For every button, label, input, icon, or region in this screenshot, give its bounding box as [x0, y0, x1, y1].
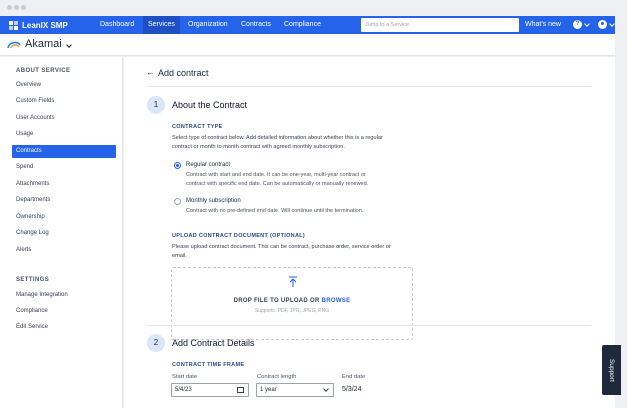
sidebar-item-change-log[interactable]: Change Log	[12, 227, 116, 240]
dropzone-text: DROP FILE TO UPLOAD OR BROWSE	[233, 298, 351, 304]
calendar-icon[interactable]	[237, 387, 244, 393]
akamai-logo-icon	[7, 41, 21, 49]
sidebar-item-ownership[interactable]: Ownership	[12, 211, 116, 224]
monthly-subscription-radio[interactable]	[174, 198, 181, 205]
brand-logo[interactable]: LeanIX SMP	[8, 19, 68, 31]
brand-name: LeanIX SMP	[22, 20, 68, 30]
regular-contract-radio[interactable]	[174, 162, 181, 169]
sidebar-item-user-accounts[interactable]: User Accounts	[12, 112, 116, 125]
sidebar-item-overview[interactable]: Overview	[12, 79, 116, 92]
step-number-badge: 1	[147, 96, 165, 114]
service-name[interactable]: Akamai	[25, 38, 62, 50]
monthly-subscription-description: Contract with no pre-defined end date. W…	[186, 208, 364, 214]
nav-dashboard[interactable]: Dashboard	[95, 16, 139, 34]
chevron-down-icon	[323, 386, 329, 392]
contract-length-label: Contract length	[257, 374, 297, 380]
regular-contract-description: Contract with start and end date. It can…	[186, 172, 369, 187]
top-navigation-bar: LeanIX SMP Dashboard Services Organizati…	[0, 16, 615, 34]
chevron-down-icon	[609, 21, 615, 27]
sidebar-item-compliance[interactable]: Compliance	[12, 305, 116, 318]
end-date-value: 5/3/24	[342, 386, 362, 393]
sidebar-heading-about: ABOUT SERVICE	[16, 68, 71, 74]
window-dot-icon	[14, 5, 19, 10]
nav-organization[interactable]: Organization	[183, 16, 233, 34]
add-contract-form: ← Add contract 1 About the Contract CONT…	[124, 57, 615, 408]
regular-contract-label[interactable]: Regular contract	[186, 162, 230, 168]
start-date-input[interactable]: 5/4/23	[171, 383, 249, 397]
nav-services[interactable]: Services	[143, 16, 180, 34]
sidebar-item-alerts[interactable]: Alerts	[12, 244, 116, 257]
contract-type-heading: CONTRACT TYPE	[172, 124, 223, 130]
nav-contracts[interactable]: Contracts	[236, 16, 276, 34]
divider	[146, 86, 591, 87]
start-date-label: Start date	[172, 374, 198, 380]
leanix-logo-icon	[8, 20, 18, 30]
service-switcher-chevron-icon[interactable]	[66, 42, 72, 48]
help-icon[interactable]: ?	[573, 20, 582, 29]
nav-compliance[interactable]: Compliance	[279, 16, 326, 34]
step-title: Add Contract Details	[172, 338, 255, 348]
sidebar-item-spend[interactable]: Spend	[12, 161, 116, 174]
sidebar-heading-settings: SETTINGS	[16, 277, 50, 283]
sidebar-item-custom-fields[interactable]: Custom Fields	[12, 95, 116, 108]
browser-toolbar	[0, 0, 627, 16]
sidebar-item-attachments[interactable]: Attachments	[12, 178, 116, 191]
browser-frame: LeanIX SMP Dashboard Services Organizati…	[0, 0, 627, 408]
user-avatar-icon[interactable]	[598, 20, 607, 29]
window-dot-icon	[21, 5, 26, 10]
sidebar-item-usage[interactable]: Usage	[12, 128, 116, 141]
service-search-input[interactable]: Jump to a Service	[361, 18, 519, 32]
upload-document-heading: UPLOAD CONTRACT DOCUMENT (OPTIONAL)	[172, 233, 306, 239]
page-title: Add contract	[158, 68, 209, 78]
service-header: Akamai	[0, 34, 615, 56]
time-frame-heading: CONTRACT TIME FRAME	[172, 362, 245, 368]
upload-document-intro: Please upload contract document. This ca…	[172, 244, 391, 259]
browse-link[interactable]: BROWSE	[322, 298, 351, 304]
end-date-label: End date	[342, 374, 366, 380]
contract-type-intro: Select type of contract below. Add detai…	[172, 135, 383, 150]
chevron-down-icon	[584, 21, 590, 27]
contract-length-select[interactable]: 1 year	[256, 383, 334, 397]
monthly-subscription-label[interactable]: Monthly subscription	[186, 198, 241, 204]
supported-formats: Supports: PDF, JPG, JPEG, PNG	[254, 308, 330, 314]
step-number-badge: 2	[147, 334, 165, 352]
window-dot-icon	[7, 5, 12, 10]
support-label: Support	[608, 359, 615, 382]
sidebar-item-contracts[interactable]: Contracts	[12, 145, 116, 158]
upload-icon	[289, 276, 297, 287]
support-button[interactable]: Support	[602, 345, 621, 395]
sidebar-item-edit-service[interactable]: Edit Service	[12, 321, 116, 334]
sidebar-item-manage-integration[interactable]: Manage Integration	[12, 289, 116, 302]
divider	[146, 325, 591, 326]
file-dropzone[interactable]: DROP FILE TO UPLOAD OR BROWSE Supports: …	[171, 267, 413, 340]
step-title: About the Contract	[172, 100, 248, 110]
service-sidebar: ABOUT SERVICE Overview Custom Fields Use…	[0, 57, 123, 408]
back-arrow-icon[interactable]: ←	[146, 67, 155, 77]
sidebar-item-departments[interactable]: Departments	[12, 194, 116, 207]
whats-new-link[interactable]: What's new	[525, 16, 561, 34]
